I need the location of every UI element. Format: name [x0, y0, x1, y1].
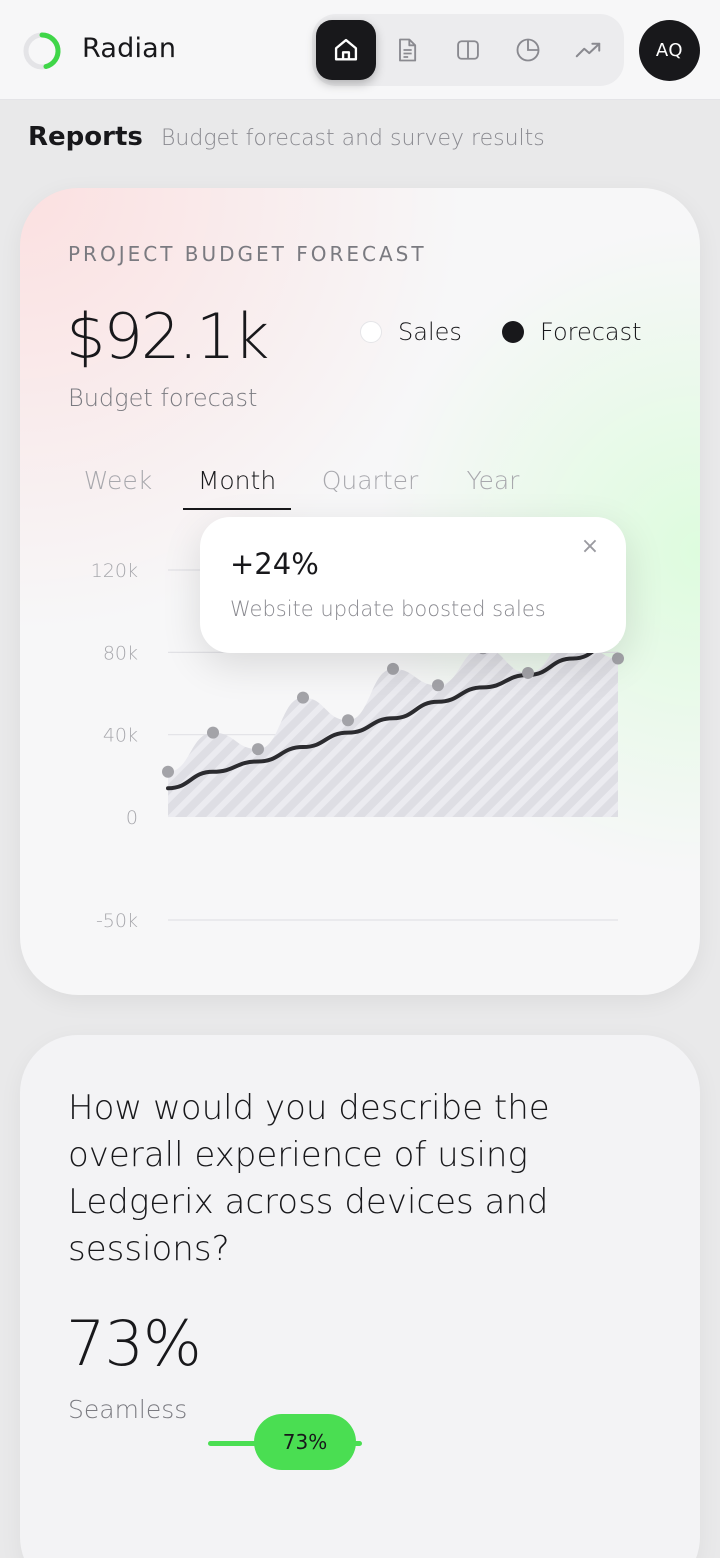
- legend-sales: Sales: [360, 318, 462, 346]
- forecast-legend-dot: [502, 321, 524, 343]
- slider-thumb[interactable]: 73%: [254, 1414, 357, 1470]
- page-title: Reports: [28, 122, 143, 152]
- nav-documents-button[interactable]: [377, 20, 437, 80]
- y-tick-label: 80k: [103, 642, 138, 664]
- tooltip-value: +24%: [230, 547, 319, 581]
- tab-week[interactable]: Week: [83, 466, 153, 510]
- survey-card: How would you describe the overall exper…: [20, 1035, 700, 1558]
- nav-bar: [312, 14, 624, 86]
- top-bar: Radian AQ: [0, 0, 720, 100]
- tab-month[interactable]: Month: [183, 466, 291, 510]
- survey-percent: 73%: [66, 1307, 202, 1380]
- sales-point: [522, 666, 534, 679]
- tab-quarter[interactable]: Quarter: [318, 466, 422, 510]
- tab-year[interactable]: Year: [460, 466, 526, 510]
- document-icon: [399, 38, 417, 62]
- insight-tooltip: +24% Website update boosted sales ×: [200, 517, 626, 653]
- user-avatar[interactable]: AQ: [639, 20, 700, 81]
- active-tab-indicator: [183, 508, 291, 510]
- card-label: PROJECT BUDGET FORECAST: [68, 242, 427, 266]
- y-tick-label: -50k: [96, 910, 138, 932]
- legend-sales-label: Sales: [398, 318, 462, 346]
- pie-chart-icon: [516, 38, 540, 62]
- sales-point: [432, 679, 444, 692]
- nav-trending-button[interactable]: [558, 20, 618, 80]
- nav-home-button[interactable]: [316, 20, 376, 80]
- logo-icon: [23, 32, 61, 70]
- split-view-icon: [457, 40, 479, 60]
- tooltip-text: Website update boosted sales: [230, 597, 546, 621]
- y-tick-label: 40k: [103, 725, 138, 747]
- survey-answer: Seamless: [68, 1395, 188, 1424]
- period-tabs: Week Month Quarter Year: [20, 466, 700, 516]
- trending-up-icon: [575, 42, 601, 58]
- sales-point: [612, 652, 624, 665]
- sales-point: [252, 743, 264, 756]
- legend-forecast: Forecast: [502, 318, 642, 346]
- y-tick-label: 0: [126, 807, 138, 829]
- sales-point: [162, 765, 174, 778]
- page-subtitle: Budget forecast and survey results: [161, 126, 545, 151]
- sales-legend-dot: [360, 321, 382, 343]
- nav-split-view-button[interactable]: [438, 20, 498, 80]
- sales-point: [387, 662, 399, 675]
- legend-forecast-label: Forecast: [540, 318, 642, 346]
- survey-question: How would you describe the overall exper…: [68, 1088, 550, 1269]
- nav-pie-chart-button[interactable]: [498, 20, 558, 80]
- app-name: Radian: [82, 33, 177, 64]
- home-icon: [334, 38, 358, 61]
- budget-value-label: Budget forecast: [68, 384, 258, 412]
- budget-forecast-card: PROJECT BUDGET FORECAST $92.1k Budget fo…: [20, 188, 700, 995]
- sales-point: [207, 726, 219, 739]
- sales-point: [297, 691, 309, 704]
- budget-value: $92.1k: [66, 300, 269, 373]
- y-tick-label: 120k: [91, 560, 138, 582]
- close-icon[interactable]: ×: [578, 535, 602, 559]
- sales-point: [342, 714, 354, 727]
